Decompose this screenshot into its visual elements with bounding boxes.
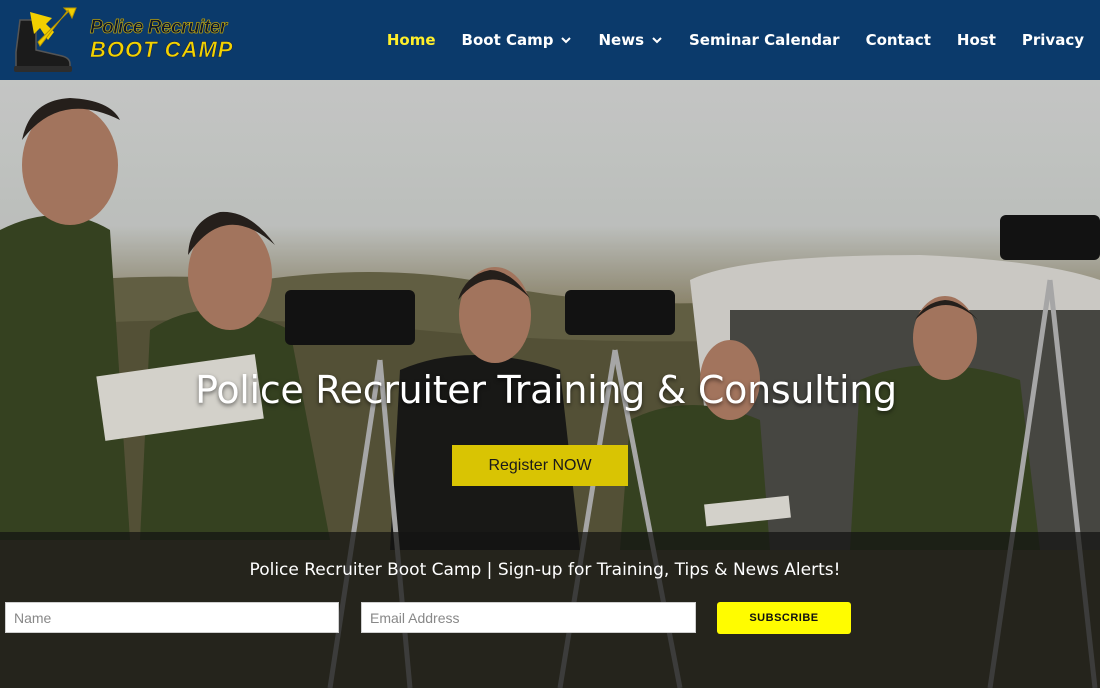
nav-label: Host (956, 31, 996, 49)
nav-item-host[interactable]: Host (944, 31, 1009, 49)
nav-item-seminar-calendar[interactable]: Seminar Calendar (676, 31, 853, 49)
nav-item-privacy[interactable]: Privacy (1009, 31, 1084, 49)
chevron-down-icon (561, 37, 572, 44)
nav-item-home[interactable]: Home (374, 31, 449, 49)
site-header: Police Recruiter BOOT CAMP Home Boot Cam… (0, 0, 1100, 80)
logo-text: Police Recruiter BOOT CAMP (90, 18, 233, 61)
boot-logo-icon (14, 7, 77, 72)
hero-section: Police Recruiter Training & Consulting R… (0, 80, 1100, 688)
nav-label: Privacy (1021, 31, 1084, 49)
register-now-button[interactable]: Register NOW (452, 445, 628, 486)
chevron-down-icon (652, 37, 662, 44)
subscribe-button[interactable]: SUBSCRIBE (717, 602, 851, 634)
nav-item-news[interactable]: News (585, 31, 676, 49)
logo-line2: BOOT CAMP (90, 37, 234, 62)
hero-title: Police Recruiter Training & Consulting (195, 368, 897, 412)
nav-label: Seminar Calendar (689, 31, 840, 49)
nav-item-contact[interactable]: Contact (853, 31, 944, 49)
nav-label: Home (386, 31, 436, 49)
nav-item-boot-camp[interactable]: Boot Camp (449, 31, 586, 49)
nav-label: Boot Camp (461, 31, 554, 49)
email-field[interactable] (361, 602, 696, 633)
name-field[interactable] (5, 602, 339, 633)
main-nav: Home Boot Camp News Seminar Calendar Con… (374, 0, 1084, 80)
signup-band: Police Recruiter Boot Camp | Sign-up for… (0, 532, 1100, 688)
nav-label: News (598, 31, 644, 49)
logo-line1: Police Recruiter (90, 17, 228, 38)
signup-heading: Police Recruiter Boot Camp | Sign-up for… (249, 560, 841, 580)
nav-label: Contact (865, 31, 931, 49)
logo[interactable]: Police Recruiter BOOT CAMP (10, 6, 260, 74)
